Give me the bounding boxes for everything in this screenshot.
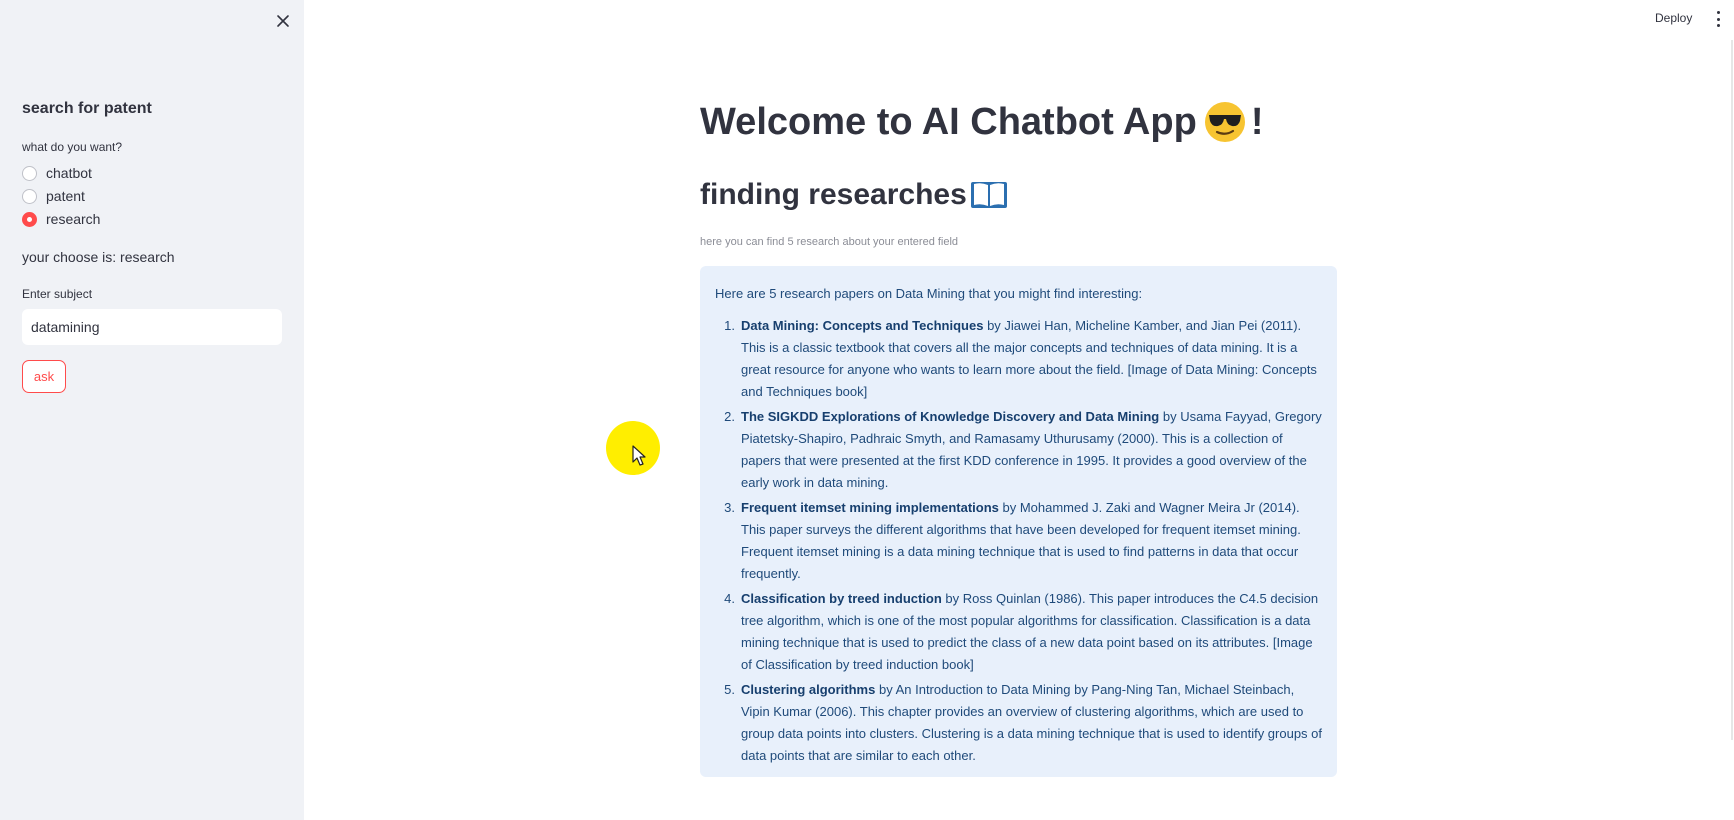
paper-title: Clustering algorithms (741, 682, 876, 697)
kebab-dot (1716, 24, 1720, 27)
radio-option-research[interactable]: research (22, 211, 100, 227)
kebab-menu-icon[interactable] (1712, 11, 1724, 27)
radio-label: research (46, 211, 101, 227)
caption-text: here you can find 5 research about your … (700, 236, 959, 248)
kebab-dot (1716, 11, 1720, 14)
paper-number: 2. (724, 409, 735, 424)
close-icon (277, 15, 289, 27)
radio-label: chatbot (46, 165, 92, 181)
sidebar-title: search for patent (22, 100, 152, 117)
close-sidebar-button[interactable] (272, 10, 294, 32)
choice-text: your choose is: research (22, 249, 175, 265)
paper-item: 5. Clustering algorithms by An Introduct… (715, 679, 1322, 767)
page-title-suffix: ! (1250, 100, 1264, 143)
radio-option-patent[interactable]: patent (22, 188, 85, 204)
paper-title: Frequent itemset mining implementations (741, 500, 999, 515)
subject-label: Enter subject (22, 287, 93, 301)
kebab-dot (1716, 17, 1720, 21)
paper-item: 1. Data Mining: Concepts and Techniques … (715, 315, 1322, 403)
paper-item: 2. The SIGKDD Explorations of Knowledge … (715, 406, 1322, 494)
page-title-text: Welcome to AI Chatbot App (700, 100, 1197, 143)
subject-input[interactable] (22, 309, 282, 345)
sunglasses-face-emoji-icon (1204, 102, 1245, 142)
paper-item: 4. Classification by treed induction by … (715, 588, 1322, 676)
section-subtitle: finding researches (700, 178, 1009, 212)
radio-option-chatbot[interactable]: chatbot (22, 165, 92, 181)
deploy-button[interactable]: Deploy (1655, 11, 1692, 25)
open-book-icon (970, 182, 1007, 208)
radio-group-label: what do you want? (22, 140, 123, 154)
answer-intro: Here are 5 research papers on Data Minin… (715, 286, 1143, 301)
radio-circle-selected[interactable] (22, 211, 37, 227)
paper-title: Classification by treed induction (741, 591, 942, 606)
paper-number: 1. (724, 318, 735, 333)
radio-circle[interactable] (22, 188, 37, 204)
answer-box: Here are 5 research papers on Data Minin… (700, 266, 1337, 777)
page-title: Welcome to AI Chatbot App ! (700, 100, 1263, 144)
radio-label: patent (46, 188, 85, 204)
ask-button[interactable]: ask (22, 360, 66, 393)
paper-item: 3. Frequent itemset mining implementatio… (715, 497, 1322, 585)
paper-number: 3. (724, 500, 735, 515)
mouse-cursor-icon (632, 445, 646, 466)
paper-number: 5. (724, 682, 735, 697)
paper-title: Data Mining: Concepts and Techniques (741, 318, 984, 333)
app-root: search for patent what do you want? chat… (0, 0, 1734, 820)
paper-list: 1. Data Mining: Concepts and Techniques … (715, 315, 1322, 767)
paper-number: 4. (724, 591, 735, 606)
paper-title: The SIGKDD Explorations of Knowledge Dis… (741, 409, 1160, 424)
radio-circle[interactable] (22, 165, 37, 181)
section-subtitle-text: finding researches (700, 178, 967, 211)
sidebar: search for patent what do you want? chat… (0, 0, 304, 820)
scrollbar-track[interactable] (1731, 40, 1733, 740)
